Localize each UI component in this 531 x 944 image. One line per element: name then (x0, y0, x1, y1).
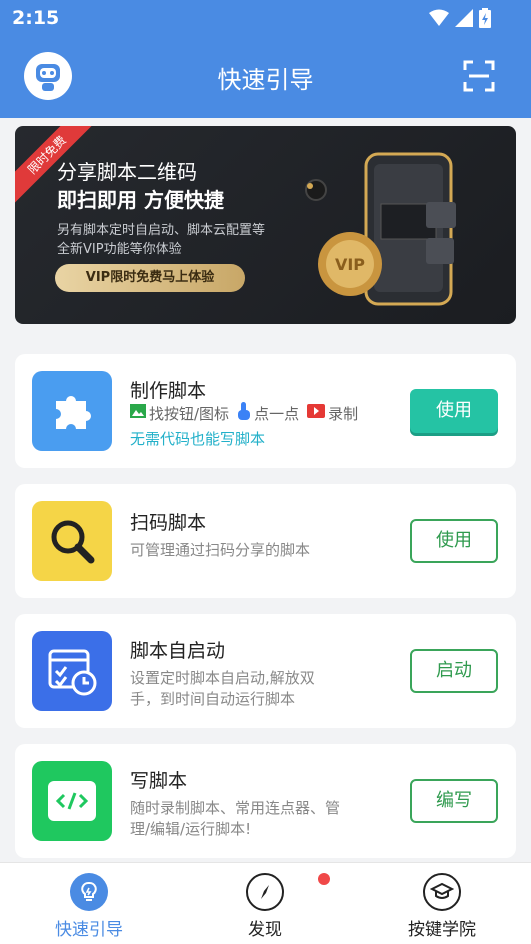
card-icon-bg (32, 761, 112, 841)
feature-row: 找按钮/图标 点一点 录制 (130, 402, 366, 424)
status-bar: 2:15 (0, 0, 531, 36)
bulb-icon (70, 873, 108, 911)
card-title: 扫码脚本 (130, 512, 207, 534)
feature-tap: 点一点 (254, 404, 300, 423)
use-make-script-button[interactable]: 使用 (410, 389, 498, 433)
banner-desc-2: 全新VIP功能等你体验 (57, 242, 182, 257)
nav-tab-discover[interactable]: 发现 (205, 873, 325, 940)
card-desc-line-1: 设置定时脚本自启动,解放双 (130, 669, 315, 687)
record-icon (307, 404, 326, 422)
card-desc-line-2: 手，到时间自动运行脚本 (130, 690, 296, 708)
puzzle-icon (56, 395, 91, 429)
tap-icon (237, 402, 251, 424)
card-title: 制作脚本 (130, 380, 207, 402)
scan-icon[interactable] (463, 60, 495, 92)
compass-icon (246, 873, 284, 911)
nav-tab-academy[interactable]: 按键学院 (382, 873, 502, 940)
write-script-button[interactable]: 编写 (410, 779, 498, 823)
notification-dot (318, 873, 330, 885)
nav-label: 快速引导 (55, 920, 123, 940)
wifi-icon (429, 9, 449, 26)
vip-coin-text: VIP (335, 255, 365, 274)
feature-find-button: 找按钮/图标 (149, 404, 230, 423)
phone-vip-illustration: VIP (305, 152, 456, 306)
card-make-script[interactable]: 制作脚本 找按钮/图标 点一点 录制 无需代码也能写脚本 使用 (15, 354, 516, 468)
battery-icon (479, 8, 491, 28)
use-scan-script-button[interactable]: 使用 (410, 519, 498, 563)
bottom-nav: 快速引导 发现 按键学院 (0, 862, 531, 944)
status-time: 2:15 (12, 7, 60, 29)
feature-record: 录制 (328, 404, 359, 423)
vip-trial-button[interactable]: VIP限时免费马上体验 (55, 264, 245, 292)
nav-label: 发现 (248, 920, 282, 940)
card-icon-bg (32, 631, 112, 711)
image-icon (130, 404, 146, 422)
banner-desc-1: 另有脚本定时自启动、脚本云配置等 (57, 223, 266, 238)
graduation-cap-icon (423, 873, 461, 911)
card-desc-line-2: 理/编辑/运行脚本! (130, 820, 252, 838)
app-header: 2:15 快速引导 (0, 0, 531, 118)
card-scan-script[interactable]: 扫码脚本 可管理通过扫码分享的脚本 使用 (15, 484, 516, 598)
no-code-hint: 无需代码也能写脚本 (130, 430, 266, 448)
card-icon-bg (32, 371, 112, 451)
banner-title-2: 即扫即用 方便快捷 (57, 188, 224, 212)
code-icon (48, 781, 96, 821)
magnifier-icon (51, 520, 95, 564)
card-desc: 可管理通过扫码分享的脚本 (130, 541, 311, 559)
card-title: 写脚本 (130, 770, 188, 792)
card-icon-bg (32, 501, 112, 581)
card-title: 脚本自启动 (130, 640, 226, 662)
promo-banner[interactable]: 限时免费 分享脚本二维码 即扫即用 方便快捷 另有脚本定时自启动、脚本云配置等 … (15, 126, 516, 324)
signal-icon (455, 9, 473, 27)
page-title: 快速引导 (217, 66, 314, 94)
card-auto-start[interactable]: 脚本自启动 设置定时脚本自启动,解放双 手，到时间自动运行脚本 启动 (15, 614, 516, 728)
banner-title-1: 分享脚本二维码 (57, 160, 197, 184)
schedule-icon (48, 649, 97, 696)
start-auto-script-button[interactable]: 启动 (410, 649, 498, 693)
nav-label: 按键学院 (408, 920, 476, 940)
card-desc-line-1: 随时录制脚本、常用连点器、管 (130, 799, 341, 817)
nav-tab-quick-guide[interactable]: 快速引导 (29, 873, 149, 940)
card-write-script[interactable]: 写脚本 随时录制脚本、常用连点器、管 理/编辑/运行脚本! 编写 (15, 744, 516, 858)
status-icons (429, 8, 491, 28)
